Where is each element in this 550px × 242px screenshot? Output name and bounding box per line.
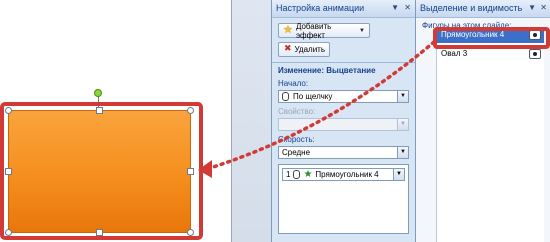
mouse-icon	[293, 170, 301, 179]
add-effect-button[interactable]: Добавить эффект ▼	[278, 21, 370, 40]
list-item[interactable]: 1 ★ Прямоугольник 4 ▼	[282, 168, 405, 181]
close-icon[interactable]: ✕	[404, 3, 411, 12]
animation-list: 1 ★ Прямоугольник 4 ▼	[278, 164, 409, 234]
speed-label: Скорость:	[278, 135, 315, 144]
start-select[interactable]: По щелчку ▼	[278, 90, 409, 103]
shape-highlight-frame	[0, 102, 203, 240]
animation-target: Прямоугольник 4	[315, 170, 379, 179]
add-effect-label: Добавить эффект	[295, 21, 332, 40]
animation-pane-header: Настройка анимации ▼ ✕	[272, 0, 415, 18]
selection-pane-title: Выделение и видимость	[420, 3, 523, 13]
speed-value: Средне	[282, 148, 311, 157]
rotate-handle[interactable]	[94, 89, 102, 97]
animation-order: 1	[286, 170, 291, 179]
selection-pane-header: Выделение и видимость ▼ ✕	[416, 0, 550, 18]
remove-button[interactable]: Удалить	[278, 42, 330, 57]
chevron-down-icon[interactable]: ▼	[393, 169, 404, 180]
list-item[interactable]: Овал 3	[437, 47, 544, 62]
remove-icon	[283, 43, 292, 55]
divider	[272, 62, 415, 63]
eye-icon[interactable]	[529, 49, 541, 59]
speed-select[interactable]: Средне ▼	[278, 146, 409, 159]
start-value: По щелчку	[293, 92, 333, 101]
effect-section-heading: Изменение: Выцветание	[278, 66, 376, 75]
chevron-down-icon: ▼	[359, 27, 365, 34]
animation-pane-title: Настройка анимации	[276, 3, 365, 13]
chevron-down-icon[interactable]: ▼	[397, 91, 408, 102]
pane-menu-icon[interactable]: ▼	[391, 3, 399, 12]
slide-canvas[interactable]	[0, 0, 232, 242]
remove-label: Удалить	[294, 45, 325, 54]
shape-name: Овал 3	[441, 49, 468, 58]
property-select: ▼	[278, 118, 409, 131]
slide-editing-area	[0, 0, 271, 242]
star-icon	[283, 23, 293, 36]
close-icon[interactable]: ✕	[540, 3, 547, 12]
effect-star-icon: ★	[303, 169, 313, 180]
start-label: Начало:	[278, 79, 309, 88]
mouse-icon	[282, 92, 289, 101]
item-highlight-frame	[433, 27, 550, 49]
custom-animation-pane: Настройка анимации ▼ ✕ Добавить эффект ▼…	[271, 0, 416, 242]
chevron-down-icon: ▼	[397, 119, 408, 130]
shapes-list: Прямоугольник 4 Овал 3	[436, 28, 544, 242]
chevron-down-icon[interactable]: ▼	[397, 147, 408, 158]
pane-menu-icon[interactable]: ▼	[528, 3, 536, 12]
property-label: Свойство:	[278, 107, 316, 116]
